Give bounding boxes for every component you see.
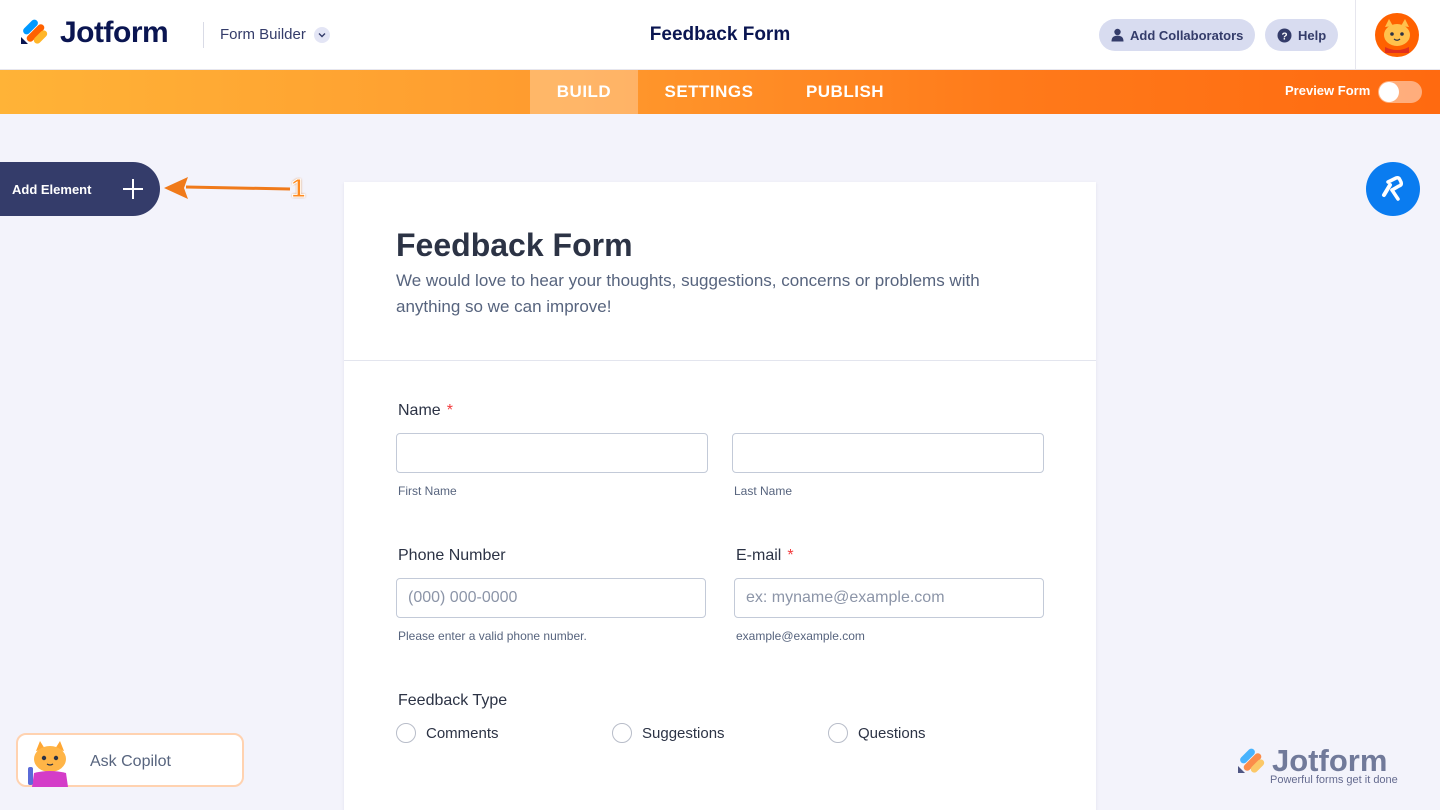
paint-roller-icon xyxy=(1382,176,1403,201)
add-element-label: Add Element xyxy=(12,181,92,197)
jotform-watermark-icon xyxy=(1238,748,1265,773)
phone-sublabel: Please enter a valid phone number. xyxy=(398,629,587,643)
jotform-logo[interactable]: Jotform xyxy=(18,16,169,50)
top-bar: Jotform Form Builder Feedback Form Add C… xyxy=(0,0,1440,70)
brand-name: Jotform xyxy=(60,16,169,49)
phone-field-label[interactable]: Phone Number xyxy=(398,547,506,565)
form-title[interactable]: Feedback Form xyxy=(396,227,633,264)
radio-suggestions[interactable]: Suggestions xyxy=(612,723,725,743)
jotform-logo-icon xyxy=(21,19,48,44)
preview-form-label: Preview Form xyxy=(1285,83,1371,98)
last-name-sublabel: Last Name xyxy=(734,484,793,498)
first-name-sublabel: First Name xyxy=(398,484,457,498)
add-element-button[interactable]: Add Element xyxy=(0,162,160,216)
name-label-text: Name xyxy=(398,402,441,419)
radio-circle xyxy=(396,723,416,743)
plus-icon xyxy=(123,179,143,199)
cat-avatar-icon xyxy=(1384,19,1410,53)
email-label-text: E-mail xyxy=(736,547,782,564)
email-input[interactable]: ex: myname@example.com xyxy=(734,578,1044,618)
add-collaborators-label: Add Collaborators xyxy=(1130,27,1244,43)
form-builder-label: Form Builder xyxy=(220,26,306,43)
phone-input[interactable]: (000) 000-0000 xyxy=(396,578,706,618)
annotation-arrow xyxy=(164,177,291,199)
radio-circle xyxy=(828,723,848,743)
builder-nav-bar: BUILD SETTINGS PUBLISH Preview Form xyxy=(0,70,1440,114)
ask-copilot-label: Ask Copilot xyxy=(90,753,171,770)
radio-label: Comments xyxy=(426,724,499,742)
email-field-label[interactable]: E-mail * xyxy=(736,547,794,565)
watermark-tagline: Powerful forms get it done xyxy=(1270,774,1398,786)
help-label: Help xyxy=(1298,27,1327,43)
form-description[interactable]: We would love to hear your thoughts, sug… xyxy=(396,268,1016,320)
chevron-down-icon xyxy=(313,26,330,43)
avatar[interactable] xyxy=(1375,13,1419,57)
question-icon: ? xyxy=(1277,28,1292,42)
radio-label: Questions xyxy=(858,724,926,742)
form-designer-button[interactable] xyxy=(1366,162,1420,216)
tab-settings[interactable]: SETTINGS xyxy=(650,70,768,114)
user-icon xyxy=(1111,28,1124,42)
first-name-input[interactable] xyxy=(396,433,708,473)
add-collaborators-button[interactable]: Add Collaborators xyxy=(1099,19,1256,51)
radio-questions[interactable]: Questions xyxy=(828,723,926,743)
email-placeholder: ex: myname@example.com xyxy=(746,589,945,606)
tab-publish[interactable]: PUBLISH xyxy=(790,70,900,114)
header-divider xyxy=(203,22,204,48)
jotform-watermark: Jotform Powerful forms get it done xyxy=(1234,743,1424,793)
preview-form-toggle[interactable] xyxy=(1378,81,1422,103)
form-builder-menu[interactable]: Form Builder xyxy=(220,26,330,43)
svg-text:?: ? xyxy=(1281,31,1287,42)
radio-label: Suggestions xyxy=(642,724,725,742)
tab-build[interactable]: BUILD xyxy=(530,70,638,114)
last-name-input[interactable] xyxy=(732,433,1044,473)
toggle-knob xyxy=(1379,82,1399,102)
ask-copilot-button[interactable]: Ask Copilot xyxy=(16,733,244,787)
email-sublabel: example@example.com xyxy=(736,629,865,643)
name-field-label[interactable]: Name * xyxy=(398,402,453,420)
phone-placeholder: (000) 000-0000 xyxy=(408,589,518,606)
header-divider-line xyxy=(344,360,1096,361)
help-button[interactable]: ? Help xyxy=(1265,19,1339,51)
radio-circle xyxy=(612,723,632,743)
form-card: Feedback Form We would love to hear your… xyxy=(344,182,1096,810)
annotation-number: 1 xyxy=(290,173,306,204)
copilot-cat-icon xyxy=(28,741,68,787)
feedback-type-label[interactable]: Feedback Type xyxy=(398,692,507,710)
radio-comments[interactable]: Comments xyxy=(396,723,499,743)
required-mark: * xyxy=(446,402,453,419)
required-mark: * xyxy=(787,547,794,564)
form-name-title[interactable]: Feedback Form xyxy=(650,24,790,45)
header-right-divider xyxy=(1355,0,1356,70)
